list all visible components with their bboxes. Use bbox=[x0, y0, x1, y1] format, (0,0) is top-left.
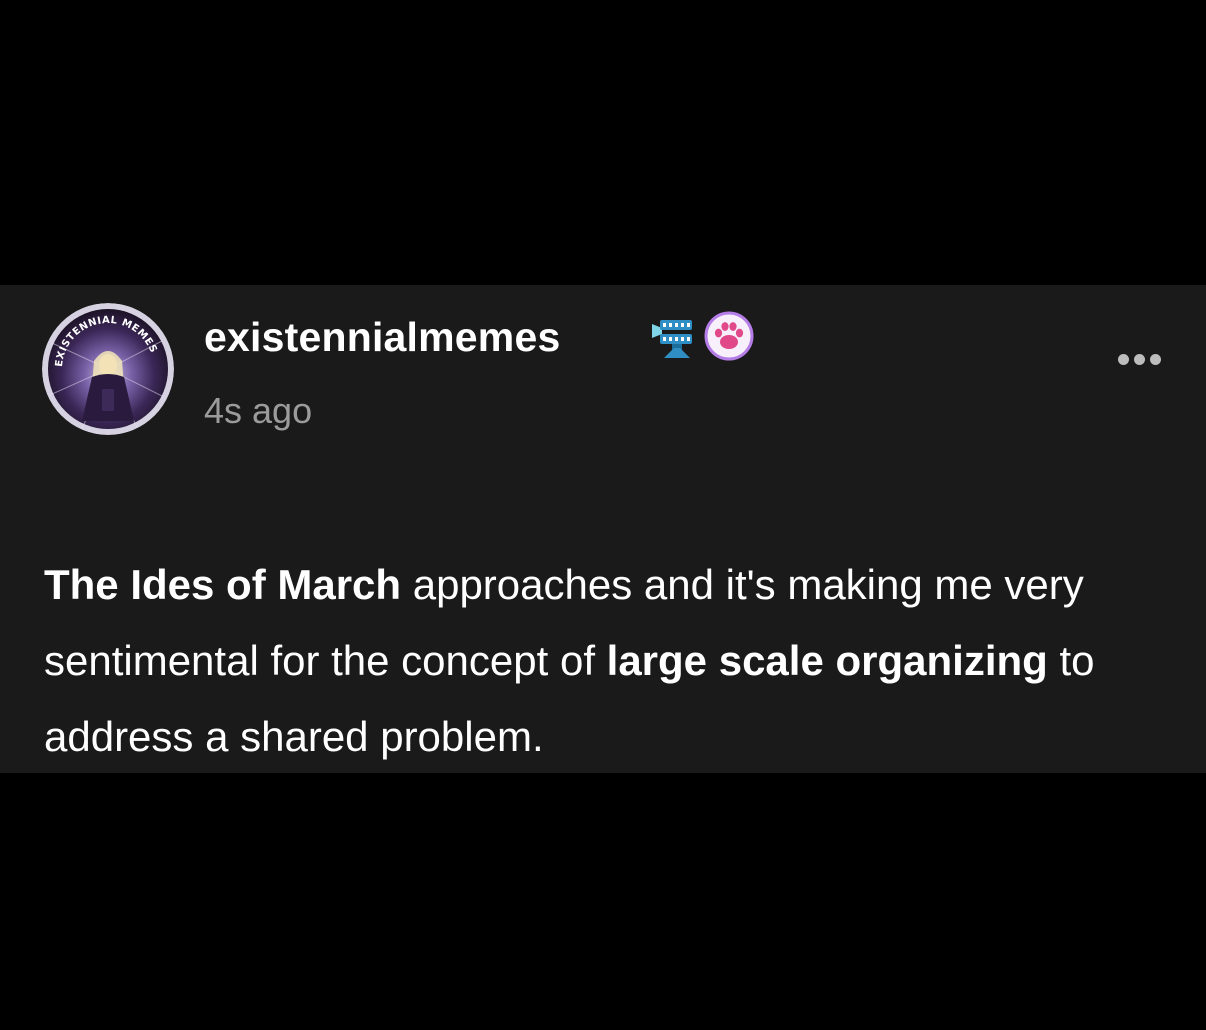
ellipsis-icon bbox=[1133, 353, 1145, 365]
username-link[interactable]: existennialmemes bbox=[204, 312, 560, 362]
post-timestamp[interactable]: 4s ago bbox=[204, 389, 312, 433]
more-options-button[interactable] bbox=[1110, 347, 1168, 371]
avatar-image: EXISTENNIAL MEMES bbox=[42, 303, 174, 435]
post-text-bold: large scale organizing bbox=[606, 637, 1048, 684]
badge-row bbox=[650, 311, 754, 366]
avatar[interactable]: EXISTENNIAL MEMES bbox=[42, 303, 174, 435]
post-body: The Ides of March approaches and it's ma… bbox=[44, 547, 1174, 775]
post-card: EXISTENNIAL MEMES existennialmemes 4s ag… bbox=[0, 285, 1206, 773]
ellipsis-icon bbox=[1117, 353, 1129, 365]
post-text: The Ides of March approaches and it's ma… bbox=[44, 547, 1174, 775]
film-camera-badge-icon[interactable] bbox=[650, 312, 698, 365]
ellipsis-icon bbox=[1149, 353, 1161, 365]
paw-print-badge-icon[interactable] bbox=[704, 311, 754, 366]
post-text-bold: The Ides of March bbox=[44, 561, 402, 608]
